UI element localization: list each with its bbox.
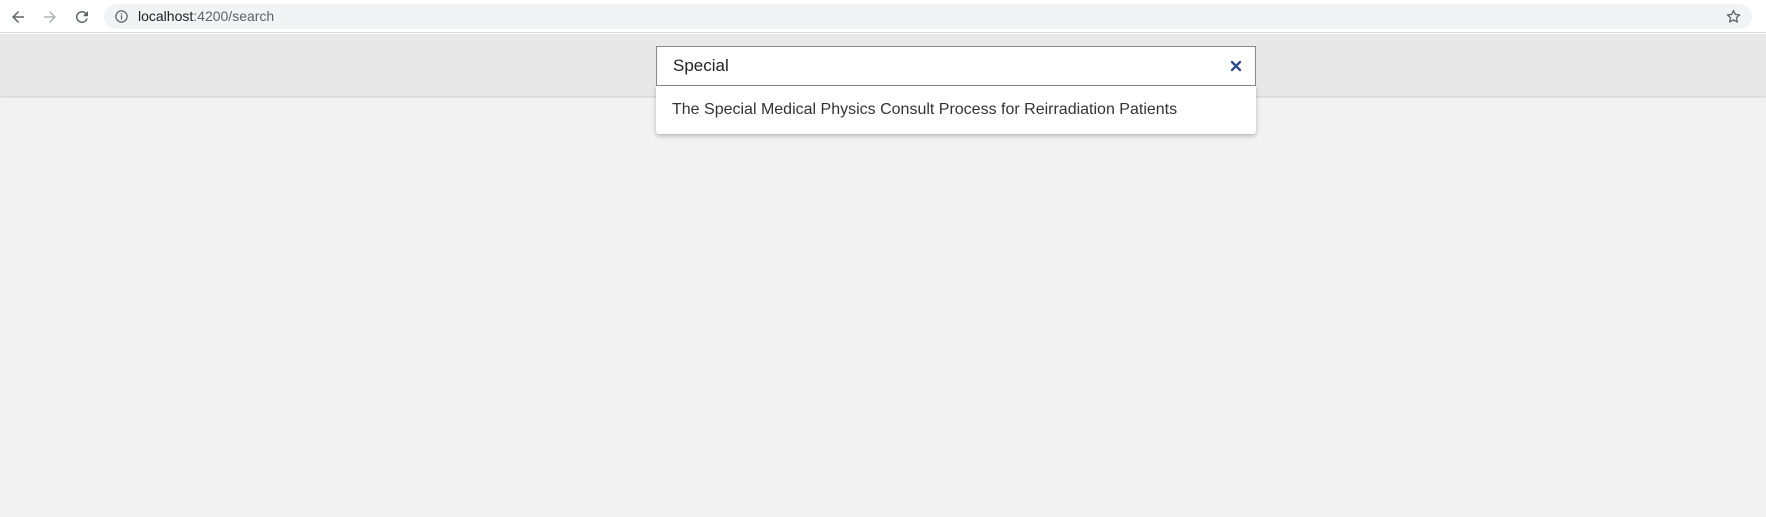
search-box [656, 46, 1256, 86]
url-path: :4200/search [193, 8, 275, 24]
reload-button[interactable] [70, 5, 94, 29]
close-icon [1230, 60, 1242, 72]
suggestion-item[interactable]: The Special Medical Physics Consult Proc… [656, 86, 1256, 134]
search-autocomplete: The Special Medical Physics Consult Proc… [656, 46, 1256, 134]
search-input[interactable] [657, 47, 1217, 85]
star-icon[interactable] [1725, 8, 1742, 25]
suggestion-list: The Special Medical Physics Consult Proc… [656, 86, 1256, 134]
page-content: The Special Medical Physics Consult Proc… [0, 34, 1766, 517]
address-bar[interactable]: localhost:4200/search [104, 4, 1752, 29]
back-button[interactable] [6, 5, 30, 29]
arrow-left-icon [12, 11, 24, 23]
clear-search-button[interactable] [1227, 57, 1245, 75]
arrow-right-icon [44, 11, 56, 23]
suggestion-label: The Special Medical Physics Consult Proc… [672, 101, 1178, 118]
reload-icon [76, 10, 88, 23]
forward-button[interactable] [38, 5, 62, 29]
info-icon[interactable] [114, 9, 129, 24]
url-host: localhost [138, 8, 194, 24]
url-text[interactable]: localhost:4200/search [138, 8, 274, 25]
browser-toolbar: localhost:4200/search [0, 0, 1766, 33]
